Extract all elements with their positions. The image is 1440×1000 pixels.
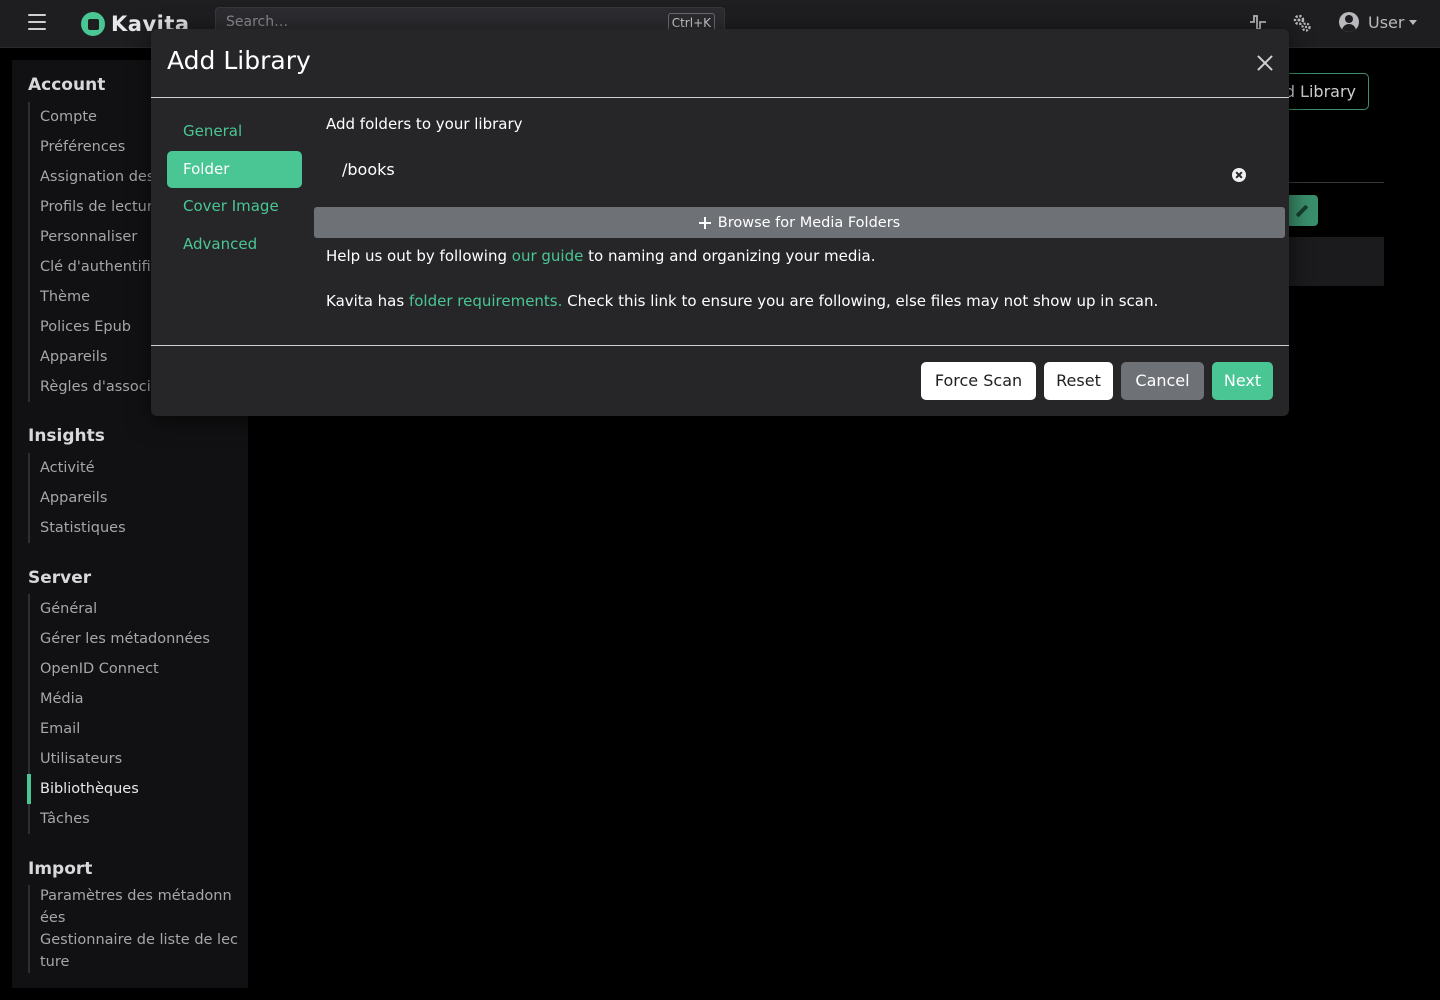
folder-requirements-link[interactable]: folder requirements. [409, 292, 562, 310]
menu-icon[interactable] [28, 14, 46, 30]
sidebar-section-server: Server [28, 568, 92, 588]
help-guide-prefix: Help us out by following [326, 247, 512, 265]
sidebar-item-gestionnaire-liste-lecture[interactable]: Gestionnaire de liste de lecture [30, 929, 240, 973]
sidebar-item-general[interactable]: Général [30, 594, 246, 624]
kavita-logo-icon [81, 12, 105, 36]
requirements-prefix: Kavita has [326, 292, 409, 310]
close-icon[interactable] [1256, 54, 1274, 72]
chevron-down-icon [1409, 19, 1418, 25]
help-guide-suffix: to naming and organizing your media. [583, 247, 876, 265]
sidebar-item-statistiques[interactable]: Statistiques [30, 513, 246, 543]
sidebar-section-account: Account [28, 75, 106, 95]
sidebar-section-insights: Insights [28, 426, 105, 446]
sidebar-item-bibliotheques[interactable]: Bibliothèques [27, 774, 243, 804]
user-avatar-icon [1339, 12, 1359, 32]
user-menu-dropdown[interactable]: User [1339, 12, 1418, 32]
add-library-modal: Add Library General Folder Cover Image A… [151, 29, 1289, 416]
browse-media-folders-button[interactable]: Browse for Media Folders [314, 207, 1285, 238]
browse-button-label: Browse for Media Folders [717, 214, 901, 231]
sidebar-group-server: Général Gérer les métadonnées OpenID Con… [27, 594, 246, 834]
edit-library-button[interactable] [1286, 195, 1318, 226]
modal-header-divider [151, 97, 1289, 98]
plus-icon [698, 216, 711, 229]
force-scan-button[interactable]: Force Scan [921, 362, 1036, 400]
sidebar-item-utilisateurs[interactable]: Utilisateurs [30, 744, 246, 774]
help-guide-text: Help us out by following our guide to na… [326, 247, 876, 265]
settings-gears-icon[interactable] [1292, 13, 1312, 33]
modal-title: Add Library [167, 46, 311, 75]
modal-footer-divider [151, 345, 1289, 346]
sidebar-item-activite[interactable]: Activité [30, 453, 246, 483]
next-button[interactable]: Next [1212, 362, 1273, 400]
sidebar-item-gerer-metadonnees[interactable]: Gérer les métadonnées [30, 624, 246, 654]
requirements-suffix: Check this link to ensure you are follow… [562, 292, 1159, 310]
folder-requirements-text: Kavita has folder requirements. Check th… [326, 292, 1158, 310]
sidebar-section-import: Import [28, 859, 93, 879]
our-guide-link[interactable]: our guide [512, 247, 584, 265]
sidebar-item-media[interactable]: Média [30, 684, 246, 714]
sidebar-item-parametres-metadonnees[interactable]: Paramètres des métadonnées [30, 885, 240, 929]
user-name: User [1368, 12, 1405, 32]
remove-folder-icon[interactable] [1232, 168, 1246, 182]
sidebar-item-email[interactable]: Email [30, 714, 246, 744]
sidebar-item-openid-connect[interactable]: OpenID Connect [30, 654, 246, 684]
tab-cover-image[interactable]: Cover Image [167, 188, 302, 225]
search-input[interactable] [226, 14, 666, 30]
sidebar-group-import: Paramètres des métadonnées Gestionnaire … [28, 885, 240, 973]
reset-button[interactable]: Reset [1044, 362, 1113, 400]
tab-advanced[interactable]: Advanced [167, 226, 302, 263]
divider [1288, 182, 1384, 183]
sidebar-group-insights: Activité Appareils Statistiques [28, 453, 246, 543]
tab-general[interactable]: General [167, 113, 302, 150]
sidebar-item-appareils-insights[interactable]: Appareils [30, 483, 246, 513]
cancel-button[interactable]: Cancel [1121, 362, 1204, 400]
tab-folder[interactable]: Folder [167, 151, 302, 188]
sidebar-item-taches[interactable]: Tâches [30, 804, 246, 834]
folders-section-label: Add folders to your library [326, 115, 523, 133]
folder-path: /books [342, 160, 395, 179]
library-row [1288, 237, 1384, 286]
